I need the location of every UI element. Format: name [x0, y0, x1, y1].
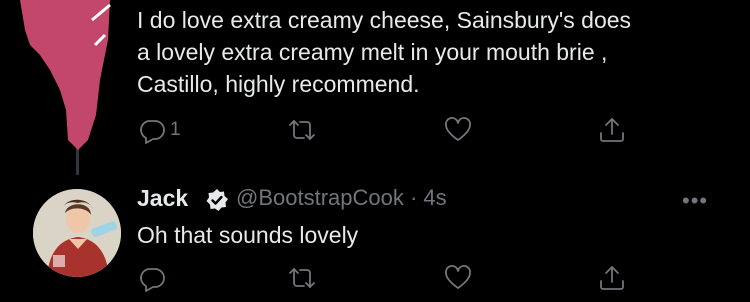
more-options-button[interactable]: •••: [682, 188, 708, 214]
reply-action-bar: [137, 263, 624, 297]
parent-tweet-line-2: a lovely extra creamy melt in your mouth…: [137, 39, 608, 65]
parent-tweet-line-1: I do love extra creamy cheese, Sainsbury…: [137, 7, 632, 33]
like-button[interactable]: [443, 263, 473, 293]
retweet-icon: [289, 120, 315, 140]
profile-photo: [33, 189, 121, 277]
retweet-icon: [289, 268, 315, 288]
retweet-button[interactable]: [287, 115, 317, 145]
reply-icon: [140, 120, 165, 144]
share-button[interactable]: [597, 263, 627, 293]
handle-and-timestamp[interactable]: @BootstrapCook · 4s: [236, 185, 447, 211]
verified-icon: [206, 189, 228, 211]
like-icon: [445, 265, 471, 289]
avatar[interactable]: [33, 189, 121, 277]
parent-action-bar: 1: [137, 115, 624, 149]
parent-tweet-line-3: Castillo, highly recommend.: [137, 71, 420, 97]
share-icon: [600, 118, 624, 142]
reply-icon: [140, 268, 165, 292]
reply-count: 1: [170, 119, 181, 140]
reply-tweet-text: Oh that sounds lovely: [137, 222, 359, 248]
share-icon: [600, 266, 624, 290]
share-button[interactable]: [597, 115, 627, 145]
retweet-button[interactable]: [287, 263, 317, 293]
display-name[interactable]: Jack: [137, 185, 188, 212]
reply-button[interactable]: [137, 263, 167, 293]
like-icon: [445, 117, 471, 141]
redacted-avatar: [20, 0, 111, 150]
like-button[interactable]: [443, 115, 473, 145]
reply-button[interactable]: 1: [137, 115, 181, 145]
